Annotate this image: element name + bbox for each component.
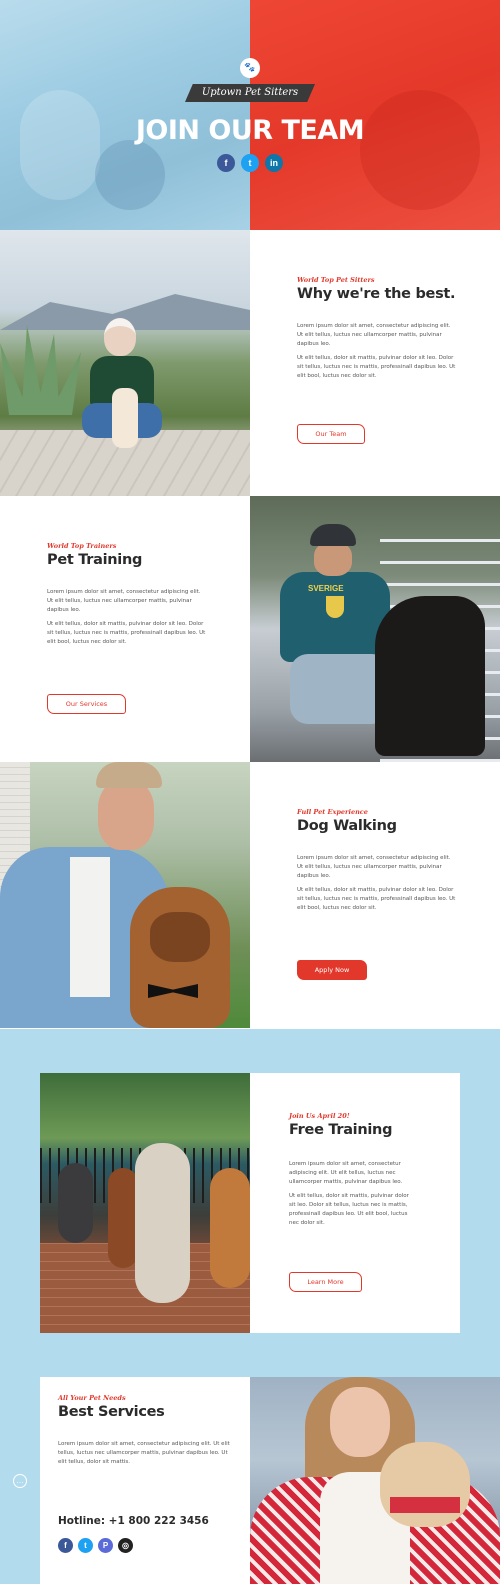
twitter-icon[interactable]: t <box>78 1538 93 1553</box>
why-best-text: World Top Pet Sitters Why we're the best… <box>297 276 457 381</box>
young-man-with-dog-photo <box>0 762 250 1028</box>
section-pet-training: World Top Trainers Pet Training Lorem ip… <box>0 496 500 762</box>
page-title: JOIN OUR TEAM <box>135 115 365 146</box>
paw-logo-icon[interactable]: 🐾 <box>240 58 260 78</box>
free-training-text: Join Us April 20! Free Training Lorem ip… <box>289 1112 414 1228</box>
facebook-icon[interactable]: f <box>58 1538 73 1553</box>
section-kicker: World Top Pet Sitters <box>297 276 375 284</box>
best-services-text: All Your Pet Needs Best Services Lorem i… <box>58 1394 233 1467</box>
woman-with-dog-photo <box>0 230 250 496</box>
section-kicker: Join Us April 20! <box>289 1112 350 1120</box>
section-paragraph: Ut elit tellus, dolor sit mattis, pulvin… <box>297 887 456 911</box>
brand-ribbon: Uptown Pet Sitters <box>185 84 315 102</box>
hero-social-links: f t in <box>0 154 500 172</box>
learn-more-button[interactable]: Learn More <box>289 1272 362 1292</box>
section-kicker: Full Pet Experience <box>297 808 368 816</box>
section-heading: Free Training <box>289 1122 393 1138</box>
section-dog-walking: Full Pet Experience Dog Walking Lorem ip… <box>0 762 500 1028</box>
chat-icon[interactable]: … <box>13 1474 27 1488</box>
instagram-icon[interactable]: ◎ <box>118 1538 133 1553</box>
twitter-icon[interactable]: t <box>241 154 259 172</box>
woman-with-chihuahua-photo <box>250 1377 500 1584</box>
section-heading: Pet Training <box>47 552 143 568</box>
section-paragraph: Lorem ipsum dolor sit amet, consectetur … <box>289 1161 403 1185</box>
footer-social-links: f t P ◎ <box>58 1538 133 1553</box>
dog-walking-text: Full Pet Experience Dog Walking Lorem ip… <box>297 808 457 913</box>
apply-now-button[interactable]: Apply Now <box>297 960 367 980</box>
hero-banner: 🐾 Uptown Pet Sitters JOIN OUR TEAM f t i… <box>0 0 500 230</box>
foursquare-icon[interactable]: P <box>98 1538 113 1553</box>
our-team-button[interactable]: Our Team <box>297 424 365 444</box>
section-heading: Why we're the best. <box>297 286 456 302</box>
our-services-button[interactable]: Our Services <box>47 694 126 714</box>
best-services-card: All Your Pet Needs Best Services Lorem i… <box>40 1377 250 1584</box>
section-paragraph: Lorem ipsum dolor sit amet, consectetur … <box>297 323 451 347</box>
linkedin-icon[interactable]: in <box>265 154 283 172</box>
section-kicker: World Top Trainers <box>47 542 117 550</box>
section-paragraph: Lorem ipsum dolor sit amet, consectetur … <box>47 589 201 613</box>
facebook-icon[interactable]: f <box>217 154 235 172</box>
section-heading: Best Services <box>58 1404 165 1420</box>
dogs-group-photo <box>40 1073 250 1333</box>
section-paragraph: Lorem ipsum dolor sit amet, consectetur … <box>58 1441 230 1465</box>
hotline-text: Hotline: +1 800 222 3456 <box>58 1515 209 1527</box>
pet-training-text: World Top Trainers Pet Training Lorem ip… <box>47 542 207 647</box>
section-heading: Dog Walking <box>297 818 397 834</box>
section-kicker: All Your Pet Needs <box>58 1394 126 1402</box>
section-why-best: World Top Pet Sitters Why we're the best… <box>0 230 500 496</box>
section-paragraph: Ut elit tellus, dolor sit mattis, pulvin… <box>297 355 456 379</box>
section-paragraph: Ut elit tellus, dolor sit mattis, pulvin… <box>289 1193 409 1226</box>
section-paragraph: Lorem ipsum dolor sit amet, consectetur … <box>297 855 451 879</box>
section-paragraph: Ut elit tellus, dolor sit mattis, pulvin… <box>47 621 206 645</box>
man-with-dog-photo: SVERIGE <box>250 496 500 762</box>
